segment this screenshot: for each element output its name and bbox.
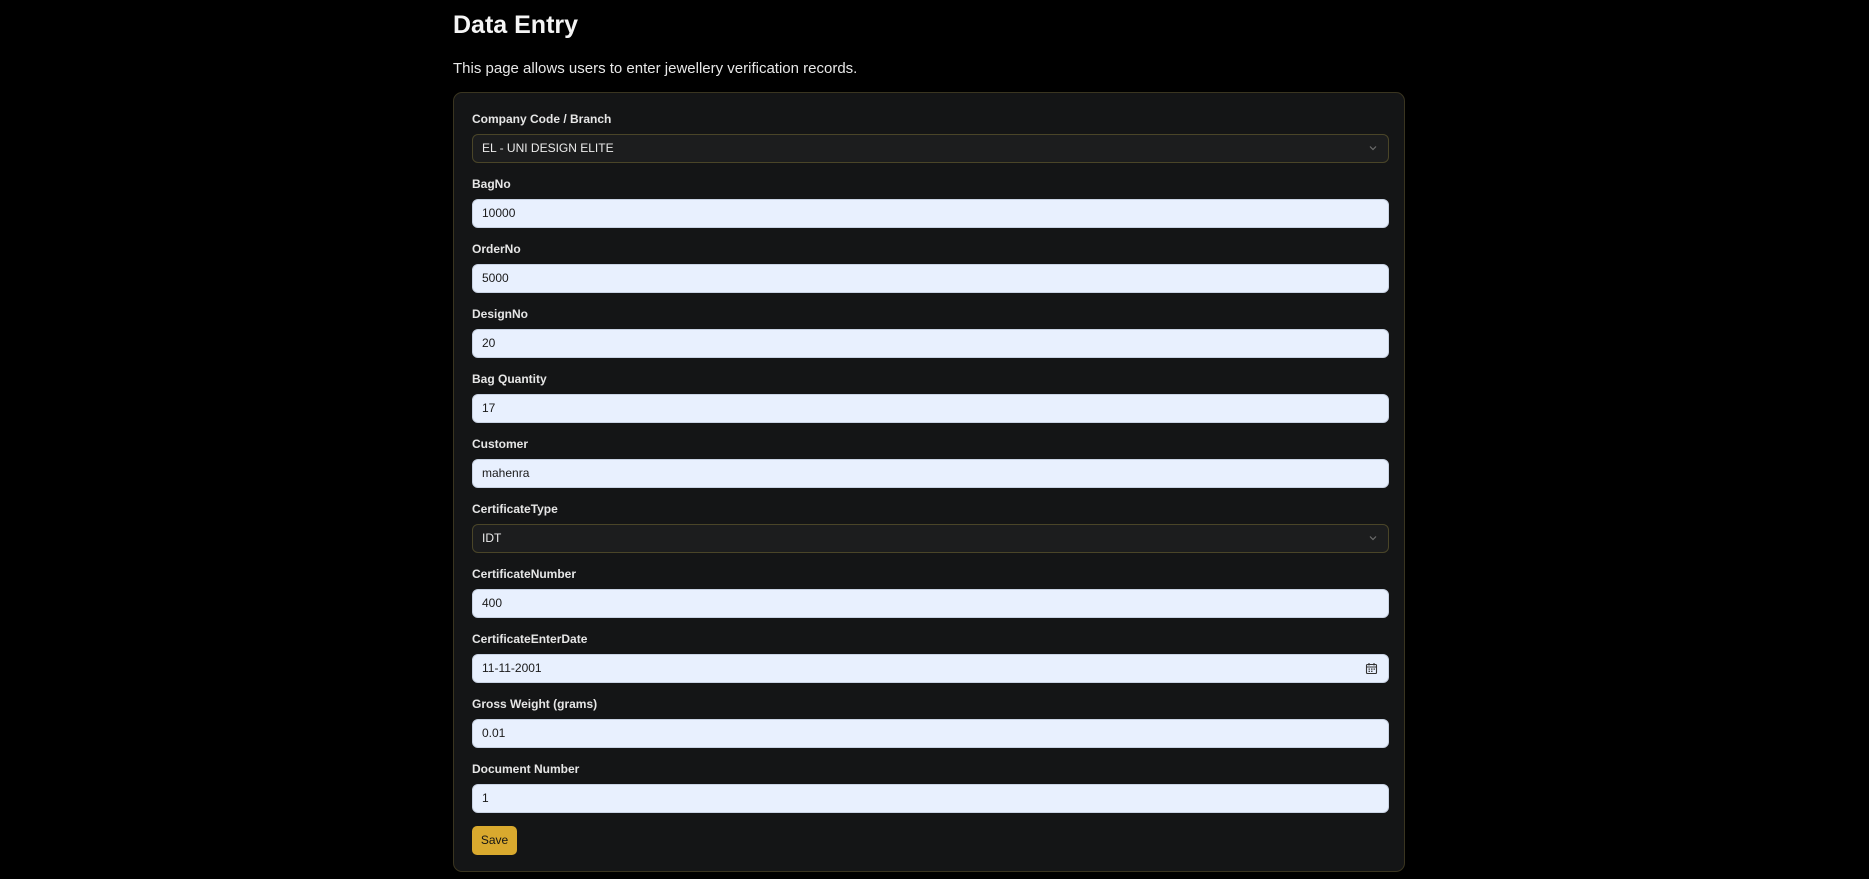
company-field-group: Company Code / Branch EL - UNI DESIGN EL… bbox=[472, 111, 1389, 163]
customer-input[interactable]: mahenra bbox=[472, 459, 1389, 488]
design-no-field-group: DesignNo 20 bbox=[472, 306, 1389, 358]
certificate-type-select[interactable]: IDT bbox=[472, 524, 1389, 553]
certificate-number-field-group: CertificateNumber 400 bbox=[472, 566, 1389, 618]
certificate-enter-date-field-group: CertificateEnterDate 11-11-2001 bbox=[472, 631, 1389, 683]
company-select[interactable]: EL - UNI DESIGN ELITE bbox=[472, 134, 1389, 163]
order-no-input[interactable]: 5000 bbox=[472, 264, 1389, 293]
bag-no-input[interactable]: 10000 bbox=[472, 199, 1389, 228]
certificate-enter-date-value: 11-11-2001 bbox=[482, 661, 542, 675]
calendar-icon[interactable] bbox=[1365, 662, 1378, 675]
certificate-number-input[interactable]: 400 bbox=[472, 589, 1389, 618]
chevron-down-icon bbox=[1369, 146, 1377, 151]
gross-weight-label: Gross Weight (grams) bbox=[472, 697, 598, 711]
save-button[interactable]: Save bbox=[472, 826, 517, 855]
company-label: Company Code / Branch bbox=[472, 112, 612, 126]
certificate-enter-date-input[interactable]: 11-11-2001 bbox=[472, 654, 1389, 683]
order-no-field-group: OrderNo 5000 bbox=[472, 241, 1389, 293]
bag-no-label: BagNo bbox=[472, 177, 511, 191]
customer-label: Customer bbox=[472, 437, 529, 451]
document-number-input[interactable]: 1 bbox=[472, 784, 1389, 813]
certificate-number-label: CertificateNumber bbox=[472, 567, 577, 581]
order-no-label: OrderNo bbox=[472, 242, 521, 256]
page-title: Data Entry bbox=[453, 11, 579, 39]
certificate-enter-date-label: CertificateEnterDate bbox=[472, 632, 588, 646]
certificate-type-select-value: IDT bbox=[482, 531, 502, 545]
document-number-field-group: Document Number 1 bbox=[472, 761, 1389, 813]
certificate-type-label: CertificateType bbox=[472, 502, 558, 516]
data-entry-form: Company Code / Branch EL - UNI DESIGN EL… bbox=[453, 92, 1405, 872]
bag-quantity-input[interactable]: 17 bbox=[472, 394, 1389, 423]
customer-field-group: Customer mahenra bbox=[472, 436, 1389, 488]
company-select-value: EL - UNI DESIGN ELITE bbox=[482, 141, 614, 155]
page-description: This page allows users to enter jeweller… bbox=[453, 60, 858, 77]
design-no-input[interactable]: 20 bbox=[472, 329, 1389, 358]
design-no-label: DesignNo bbox=[472, 307, 529, 321]
gross-weight-field-group: Gross Weight (grams) 0.01 bbox=[472, 696, 1389, 748]
certificate-type-field-group: CertificateType IDT bbox=[472, 501, 1389, 553]
document-number-label: Document Number bbox=[472, 762, 580, 776]
bag-no-field-group: BagNo 10000 bbox=[472, 176, 1389, 228]
bag-quantity-field-group: Bag Quantity 17 bbox=[472, 371, 1389, 423]
chevron-down-icon bbox=[1369, 536, 1377, 541]
bag-quantity-label: Bag Quantity bbox=[472, 372, 547, 386]
gross-weight-input[interactable]: 0.01 bbox=[472, 719, 1389, 748]
